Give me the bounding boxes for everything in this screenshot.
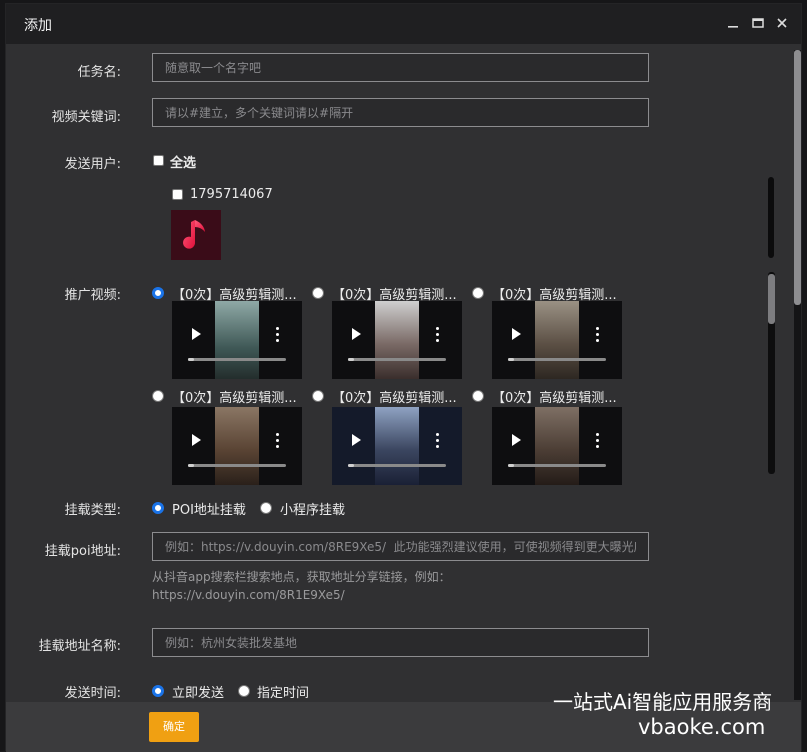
video-thumbnail-2[interactable]	[332, 301, 462, 379]
scheduled-time-label: 指定时间	[257, 686, 310, 701]
more-icon[interactable]	[276, 433, 279, 448]
video-title-6: 【0次】高级剪辑测...	[492, 391, 617, 406]
progress-bar[interactable]	[348, 358, 446, 361]
maximize-icon[interactable]	[749, 14, 767, 32]
progress-bar[interactable]	[188, 464, 286, 467]
video-thumbnail-4[interactable]	[172, 407, 302, 485]
progress-bar[interactable]	[508, 358, 606, 361]
video-radio-1[interactable]	[152, 287, 164, 299]
video-thumbnail-6[interactable]	[492, 407, 622, 485]
video-radio-5[interactable]	[312, 390, 324, 402]
progress-bar[interactable]	[348, 464, 446, 467]
select-all-label: 全选	[170, 156, 197, 171]
play-icon[interactable]	[352, 434, 361, 446]
play-icon[interactable]	[192, 328, 201, 340]
dialog-titlebar: 添加	[6, 4, 801, 44]
play-icon[interactable]	[192, 434, 201, 446]
poi-mount-radio[interactable]	[152, 502, 164, 514]
dialog-scrollbar[interactable]	[794, 50, 801, 700]
more-icon[interactable]	[596, 433, 599, 448]
mount-type-label: 挂载类型:	[64, 503, 121, 518]
play-icon[interactable]	[512, 434, 521, 446]
video-title-4: 【0次】高级剪辑测...	[172, 391, 297, 406]
add-dialog: 添加 任务名: 视频关键词: 发送用户: 全选 1795714067	[5, 3, 802, 752]
video-thumbnail-3[interactable]	[492, 301, 622, 379]
dialog-title: 添加	[24, 18, 52, 34]
send-users-label: 发送用户:	[64, 157, 121, 172]
progress-bar[interactable]	[188, 358, 286, 361]
keywords-label: 视频关键词:	[51, 110, 121, 125]
mount-poi-hint: 从抖音app搜索栏搜索地点，获取地址分享链接，例如：	[152, 570, 451, 584]
mount-poi-input[interactable]	[152, 532, 649, 561]
video-radio-2[interactable]	[312, 287, 324, 299]
play-icon[interactable]	[352, 328, 361, 340]
video-thumbnail-5[interactable]	[332, 407, 462, 485]
more-icon[interactable]	[276, 327, 279, 342]
videos-scrollbar-thumb[interactable]	[768, 274, 775, 324]
dialog-scrollbar-thumb[interactable]	[794, 50, 801, 305]
mount-name-label: 挂载地址名称:	[38, 639, 121, 654]
send-now-radio[interactable]	[152, 685, 164, 697]
user-checkbox[interactable]	[172, 189, 183, 200]
music-note-icon	[171, 210, 221, 260]
progress-bar[interactable]	[508, 464, 606, 467]
keywords-input[interactable]	[152, 98, 649, 127]
mount-name-input[interactable]	[152, 628, 649, 657]
close-icon[interactable]	[773, 14, 791, 32]
miniprogram-mount-label: 小程序挂载	[280, 503, 346, 518]
task-name-label: 任务名:	[77, 65, 121, 80]
video-radio-4[interactable]	[152, 390, 164, 402]
dialog-body: 任务名: 视频关键词: 发送用户: 全选 1795714067 推广视频: 【0…	[6, 44, 801, 702]
users-scrollbar[interactable]	[768, 177, 774, 258]
miniprogram-mount-radio[interactable]	[260, 502, 272, 514]
poi-mount-label: POI地址挂载	[172, 503, 246, 518]
videos-scrollbar[interactable]	[768, 272, 775, 474]
task-name-input[interactable]	[152, 53, 649, 82]
more-icon[interactable]	[436, 433, 439, 448]
video-thumbnail-1[interactable]	[172, 301, 302, 379]
promote-video-label: 推广视频:	[64, 288, 121, 303]
confirm-button[interactable]: 确定	[149, 712, 199, 742]
scheduled-time-radio[interactable]	[238, 685, 250, 697]
mount-poi-label: 挂载poi地址:	[44, 544, 121, 559]
mount-poi-hint-url: https://v.douyin.com/8R1E9Xe5/	[152, 588, 345, 602]
watermark-domain: vbaoke.com	[638, 715, 766, 739]
video-radio-6[interactable]	[472, 390, 484, 402]
video-radio-3[interactable]	[472, 287, 484, 299]
video-title-5: 【0次】高级剪辑测...	[332, 391, 457, 406]
minimize-icon[interactable]	[724, 14, 742, 32]
play-icon[interactable]	[512, 328, 521, 340]
select-all-checkbox[interactable]	[153, 155, 164, 166]
more-icon[interactable]	[596, 327, 599, 342]
more-icon[interactable]	[436, 327, 439, 342]
send-time-label: 发送时间:	[64, 686, 121, 701]
send-now-label: 立即发送	[172, 686, 225, 701]
user-id: 1795714067	[190, 187, 273, 202]
watermark-slogan: 一站式Ai智能应用服务商	[553, 690, 773, 714]
